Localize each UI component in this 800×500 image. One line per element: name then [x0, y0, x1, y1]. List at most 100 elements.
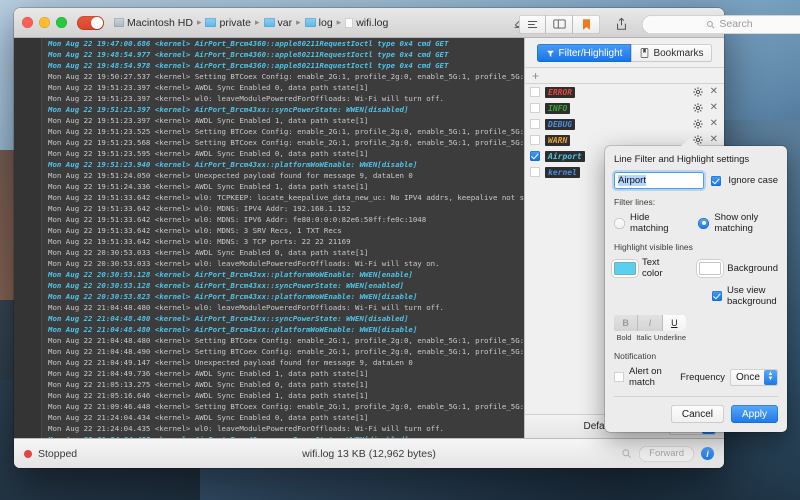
log-line[interactable]: 85Mon Aug 22 19:51:33.642 <kernel> wl0: …: [14, 203, 524, 214]
filter-enabled-checkbox[interactable]: [530, 103, 540, 113]
breadcrumb-item-macintosh-hd[interactable]: Macintosh HD: [114, 17, 193, 29]
filter-enabled-checkbox[interactable]: [530, 135, 540, 145]
filter-list-item[interactable]: DEBUG✕: [525, 116, 724, 132]
log-line[interactable]: 104Mon Aug 22 21:24:04.434 <kernel> AWDL…: [14, 412, 524, 423]
log-line[interactable]: 75Mon Aug 22 19:51:23.397 <kernel> wl0: …: [14, 93, 524, 104]
log-line[interactable]: 88Mon Aug 22 19:51:33.642 <kernel> wl0: …: [14, 236, 524, 247]
log-line[interactable]: 82Mon Aug 22 19:51:24.050 <kernel> Unexp…: [14, 170, 524, 181]
list-view-icon[interactable]: [519, 15, 546, 34]
log-line[interactable]: 91Mon Aug 22 20:30:53.128 <kernel> AirPo…: [14, 269, 524, 280]
text-color-swatch[interactable]: [614, 262, 636, 275]
log-line[interactable]: 71Mon Aug 22 19:48:54.977 <kernel> AirPo…: [14, 49, 524, 60]
log-line[interactable]: 70Mon Aug 22 19:47:00.686 <kernel> AirPo…: [14, 38, 524, 49]
text-style-segmented-control: B I U: [614, 315, 686, 331]
use-view-background-checkbox[interactable]: [712, 291, 722, 301]
remove-filter-icon[interactable]: ✕: [710, 87, 718, 97]
tab-bookmarks[interactable]: Bookmarks: [631, 44, 712, 62]
gear-icon[interactable]: [693, 87, 703, 97]
log-line[interactable]: 76Mon Aug 22 19:51:23.397 <kernel> AirPo…: [14, 104, 524, 115]
forward-button[interactable]: Forward: [639, 446, 694, 462]
log-line[interactable]: 80Mon Aug 22 19:51:23.595 <kernel> AWDL …: [14, 148, 524, 159]
log-line[interactable]: 103Mon Aug 22 21:09:46.448 <kernel> Sett…: [14, 401, 524, 412]
filter-enabled-checkbox[interactable]: [530, 87, 540, 97]
log-line[interactable]: 96Mon Aug 22 21:04:48.480 <kernel> AirPo…: [14, 324, 524, 335]
log-line[interactable]: 101Mon Aug 22 21:05:13.275 <kernel> AWDL…: [14, 379, 524, 390]
log-line[interactable]: 92Mon Aug 22 20:30:53.128 <kernel> AirPo…: [14, 280, 524, 291]
breadcrumb-item-log[interactable]: log: [305, 17, 333, 29]
log-line[interactable]: 74Mon Aug 22 19:51:23.397 <kernel> AWDL …: [14, 82, 524, 93]
apply-button[interactable]: Apply: [731, 405, 778, 423]
info-button[interactable]: i: [701, 447, 714, 460]
log-line[interactable]: 95Mon Aug 22 21:04:48.480 <kernel> AirPo…: [14, 313, 524, 324]
frequency-select[interactable]: Once ▲▼: [730, 369, 778, 386]
gear-icon[interactable]: [693, 119, 703, 129]
log-line[interactable]: 89Mon Aug 22 20:30:53.033 <kernel> AWDL …: [14, 247, 524, 258]
harddisk-icon: [114, 18, 124, 27]
log-line[interactable]: 94Mon Aug 22 21:04:48.480 <kernel> wl0: …: [14, 302, 524, 313]
log-line[interactable]: 105Mon Aug 22 21:24:04.435 <kernel> wl0:…: [14, 423, 524, 434]
share-icon[interactable]: [610, 14, 632, 34]
italic-button[interactable]: I: [638, 315, 662, 331]
log-line-text: Mon Aug 22 21:04:48.480 <kernel> AirPort…: [42, 314, 408, 323]
view-mode-segmented-control: [519, 15, 600, 34]
show-only-matching-radio[interactable]: [698, 218, 709, 229]
underline-button[interactable]: U: [663, 315, 686, 331]
remove-filter-icon[interactable]: ✕: [710, 135, 718, 145]
filter-enabled-checkbox[interactable]: [530, 167, 540, 177]
filter-list-item[interactable]: ERROR✕: [525, 84, 724, 100]
search-small-icon[interactable]: [621, 448, 632, 459]
search-input[interactable]: Search: [642, 15, 800, 34]
log-line[interactable]: 77Mon Aug 22 19:51:23.397 <kernel> AWDL …: [14, 115, 524, 126]
breadcrumb-item-private[interactable]: private: [205, 17, 251, 29]
log-line[interactable]: 90Mon Aug 22 20:30:53.033 <kernel> wl0: …: [14, 258, 524, 269]
breadcrumb-label: var: [278, 17, 293, 29]
breadcrumb-item-wifi-log[interactable]: wifi.log: [345, 17, 388, 29]
log-line[interactable]: 100Mon Aug 22 21:04:49.736 <kernel> AWDL…: [14, 368, 524, 379]
log-line[interactable]: 83Mon Aug 22 19:51:24.336 <kernel> AWDL …: [14, 181, 524, 192]
log-line[interactable]: 87Mon Aug 22 19:51:33.642 <kernel> wl0: …: [14, 225, 524, 236]
remove-filter-icon[interactable]: ✕: [710, 119, 718, 129]
log-line[interactable]: 99Mon Aug 22 21:04:49.147 <kernel> Unexp…: [14, 357, 524, 368]
log-line[interactable]: 86Mon Aug 22 19:51:33.642 <kernel> wl0: …: [14, 214, 524, 225]
pattern-input[interactable]: Airport: [614, 172, 704, 189]
bold-button[interactable]: B: [614, 315, 638, 331]
hide-matching-radio[interactable]: [614, 218, 625, 229]
ignore-case-checkbox[interactable]: [711, 176, 721, 186]
log-line[interactable]: 98Mon Aug 22 21:04:48.490 <kernel> Setti…: [14, 346, 524, 357]
alert-on-match-checkbox[interactable]: [614, 372, 624, 382]
file-info-label: wifi.log 13 KB (12,962 bytes): [302, 448, 436, 460]
text-style-labels: Bold Italic Underline: [614, 333, 686, 342]
bookmark-icon[interactable]: [573, 15, 600, 34]
close-button[interactable]: [22, 17, 33, 28]
log-line[interactable]: 84Mon Aug 22 19:51:33.642 <kernel> wl0: …: [14, 192, 524, 203]
split-view-icon[interactable]: [546, 15, 573, 34]
cancel-button[interactable]: Cancel: [671, 405, 724, 423]
filter-list-item[interactable]: INFO✕: [525, 100, 724, 116]
log-line-text: Mon Aug 22 19:51:23.568 <kernel> Setting…: [42, 138, 524, 147]
log-line[interactable]: 78Mon Aug 22 19:51:23.525 <kernel> Setti…: [14, 126, 524, 137]
minimize-button[interactable]: [39, 17, 50, 28]
log-line[interactable]: 93Mon Aug 22 20:30:53.823 <kernel> AirPo…: [14, 291, 524, 302]
use-view-background-label: Use view background: [727, 285, 778, 307]
remove-filter-icon[interactable]: ✕: [710, 103, 718, 113]
log-line[interactable]: 72Mon Aug 22 19:48:54.978 <kernel> AirPo…: [14, 60, 524, 71]
log-line-text: Mon Aug 22 19:51:24.050 <kernel> Unexpec…: [42, 171, 413, 180]
background-color-swatch[interactable]: [699, 262, 721, 275]
breadcrumb-label: wifi.log: [356, 17, 388, 29]
log-line[interactable]: 73Mon Aug 22 19:50:27.537 <kernel> Setti…: [14, 71, 524, 82]
log-line[interactable]: 79Mon Aug 22 19:51:23.568 <kernel> Setti…: [14, 137, 524, 148]
gear-icon[interactable]: [693, 103, 703, 113]
log-line[interactable]: 102Mon Aug 22 21:05:16.646 <kernel> AWDL…: [14, 390, 524, 401]
log-line[interactable]: 81Mon Aug 22 19:51:23.940 <kernel> AirPo…: [14, 159, 524, 170]
filter-enabled-checkbox[interactable]: [530, 151, 540, 161]
log-line-text: Mon Aug 22 21:04:48.490 <kernel> Setting…: [42, 347, 524, 356]
add-filter-button[interactable]: +: [525, 67, 724, 84]
breadcrumb-item-var[interactable]: var: [264, 17, 293, 29]
zoom-button[interactable]: [56, 17, 67, 28]
record-toggle-switch[interactable]: [77, 16, 104, 30]
breadcrumb-separator: ▸: [197, 17, 202, 28]
tab-filter-highlight[interactable]: Filter/Highlight: [537, 44, 632, 62]
log-line[interactable]: 97Mon Aug 22 21:04:48.480 <kernel> Setti…: [14, 335, 524, 346]
log-text-view[interactable]: 70Mon Aug 22 19:47:00.686 <kernel> AirPo…: [14, 38, 524, 438]
filter-enabled-checkbox[interactable]: [530, 119, 540, 129]
